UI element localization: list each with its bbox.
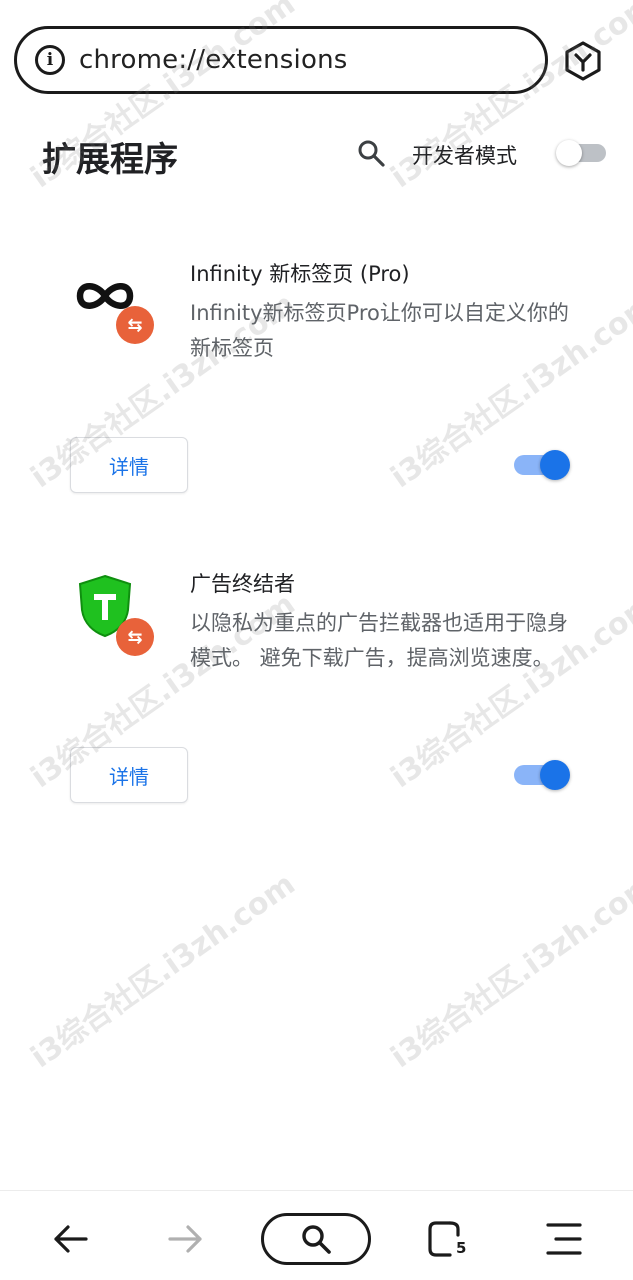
extension-description: Infinity新标签页Pro让你可以自定义你的新标签页 bbox=[190, 301, 569, 360]
bottom-navigation: 5 bbox=[0, 1190, 633, 1280]
extension-hexagon-icon[interactable] bbox=[562, 40, 604, 82]
tab-count: 5 bbox=[456, 1239, 467, 1257]
forward-arrow-icon[interactable] bbox=[166, 1219, 206, 1259]
details-button[interactable]: 详情 bbox=[70, 437, 188, 493]
search-icon[interactable] bbox=[356, 138, 386, 168]
search-button[interactable] bbox=[261, 1213, 371, 1265]
details-button[interactable]: 详情 bbox=[70, 747, 188, 803]
extension-enable-toggle[interactable] bbox=[512, 760, 572, 790]
managed-badge-icon: ⇆ bbox=[116, 306, 154, 344]
extension-name: Infinity 新标签页 (Pro) bbox=[190, 262, 410, 286]
watermark: i3综合社区.i3zh.com bbox=[384, 866, 633, 1076]
watermark: i3综合社区.i3zh.com bbox=[24, 866, 302, 1076]
extension-description: 以隐私为重点的广告拦截器也适用于隐身模式。 避免下载广告，提高浏览速度。 bbox=[190, 611, 568, 670]
url-text[interactable]: chrome://extensions bbox=[79, 45, 348, 75]
managed-badge-icon: ⇆ bbox=[116, 618, 154, 656]
developer-mode-toggle[interactable] bbox=[556, 140, 606, 166]
search-icon bbox=[302, 1225, 331, 1254]
developer-mode-label: 开发者模式 bbox=[412, 144, 517, 168]
infinity-icon: ⇆ bbox=[74, 272, 164, 362]
extension-name: 广告终结者 bbox=[190, 572, 295, 596]
page-title: 扩展程序 bbox=[42, 140, 178, 180]
info-icon[interactable]: i bbox=[35, 45, 65, 75]
extension-enable-toggle[interactable] bbox=[512, 450, 572, 480]
address-bar[interactable]: i chrome://extensions bbox=[14, 26, 548, 94]
green-shield-t-icon: ⇆ bbox=[74, 572, 164, 662]
menu-icon[interactable] bbox=[544, 1221, 584, 1257]
back-arrow-icon[interactable] bbox=[50, 1219, 90, 1259]
